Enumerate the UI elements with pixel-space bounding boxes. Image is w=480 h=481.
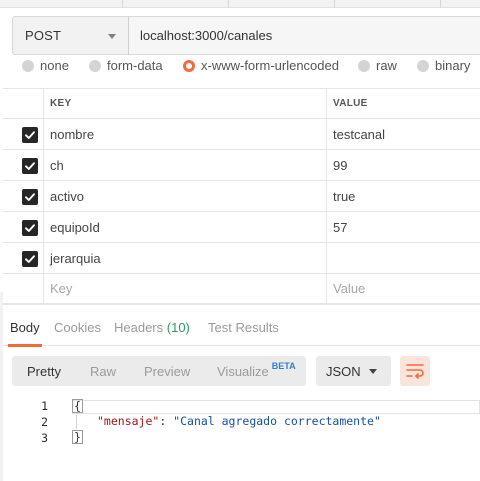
key-cell[interactable]: ch [44,150,327,180]
request-tabs-strip [0,0,480,8]
close-brace: } [72,430,83,444]
value-cell[interactable]: 99 [327,150,480,180]
radio-icon [22,59,34,72]
raw-button[interactable]: Raw [90,364,116,379]
table-row: nombre testcanal [3,118,480,149]
value-cell[interactable]: 57 [327,212,480,242]
radio-none[interactable]: none [22,58,69,73]
request-bar: POST localhost:3000/canales [12,16,480,55]
url-input[interactable]: localhost:3000/canales [128,16,480,55]
wrap-lines-icon [406,364,424,379]
headers-count-badge: (10) [166,320,190,335]
code-line: } [72,430,83,444]
wrap-lines-button[interactable] [400,356,430,386]
code-line: { [72,399,83,413]
json-key: "mensaje" [97,414,160,428]
checkmark-icon [25,255,35,263]
key-column-header: KEY [44,89,327,118]
radio-icon [89,59,101,72]
chevron-down-icon [108,34,116,39]
tab-test-results[interactable]: Test Results [208,320,279,335]
tab-body[interactable]: Body [10,320,40,335]
value-cell[interactable] [327,243,480,273]
open-brace: { [72,399,83,413]
params-table: KEY VALUE nombre testcanal ch 99 activo … [3,88,480,304]
row-checkbox[interactable] [22,189,38,205]
json-value: "Canal agregado correctamente" [173,414,381,428]
tab-cookies[interactable]: Cookies [54,320,101,335]
key-cell[interactable]: equipoId [44,212,327,242]
response-body-editor[interactable]: 1 2 3 { "mensaje": "Canal agregado corre… [0,396,480,481]
value-cell[interactable]: testcanal [327,119,480,149]
line-number: 3 [41,431,48,445]
new-value-input[interactable]: Value [327,274,480,303]
preview-button[interactable]: Preview [144,364,190,379]
radio-form-data[interactable]: form-data [89,58,163,73]
visualize-button[interactable]: Visualize BETA [217,361,296,379]
key-cell[interactable]: jerarquia [44,243,327,273]
checkmark-icon [25,131,35,139]
table-row: ch 99 [3,149,480,180]
row-checkbox[interactable] [22,127,38,143]
language-label: JSON [326,363,361,379]
tab-headers[interactable]: Headers (10) [114,320,190,335]
response-tabs: Body Cookies Headers (10) Test Results [0,304,480,347]
radio-icon [358,59,370,72]
body-type-selector: none form-data x-www-form-urlencoded raw… [0,58,480,80]
active-tab-indicator [8,344,42,347]
row-checkbox[interactable] [22,220,38,236]
code-line: "mensaje": "Canal agregado correctamente… [97,414,381,428]
line-number: 2 [41,415,48,429]
new-key-input[interactable]: Key [44,274,327,303]
beta-badge: BETA [271,361,296,371]
table-row: jerarquia [3,242,480,273]
radio-raw[interactable]: raw [358,58,397,73]
value-column-header: VALUE [333,98,368,109]
checkmark-icon [25,224,35,232]
view-mode-selector: Pretty Raw Preview Visualize BETA [12,356,306,386]
chevron-down-icon [369,369,377,374]
pretty-button[interactable]: Pretty [27,364,61,379]
checkmark-icon [25,162,35,170]
line-number: 1 [41,399,48,413]
json-colon: : [159,414,174,428]
current-line-highlight [72,400,480,414]
row-checkbox[interactable] [22,251,38,267]
radio-selected-icon [183,59,195,72]
checkmark-icon [25,193,35,201]
table-row: equipoId 57 [3,211,480,242]
visualize-label: Visualize [217,364,269,379]
method-label: POST [25,28,62,43]
row-checkbox[interactable] [22,158,38,174]
key-cell[interactable]: activo [44,181,327,211]
value-cell[interactable]: true [327,181,480,211]
language-select[interactable]: JSON [316,356,391,386]
indent-guide [76,415,77,429]
table-row: activo true [3,180,480,211]
radio-icon [417,59,429,72]
radio-binary[interactable]: binary [417,58,470,73]
method-select[interactable]: POST [12,16,128,55]
key-cell[interactable]: nombre [44,119,327,149]
tab-headers-label: Headers [114,320,164,335]
new-param-row: Key Value [3,273,480,304]
radio-x-www-form-urlencoded[interactable]: x-www-form-urlencoded [183,58,339,73]
table-header: KEY VALUE [3,88,480,118]
